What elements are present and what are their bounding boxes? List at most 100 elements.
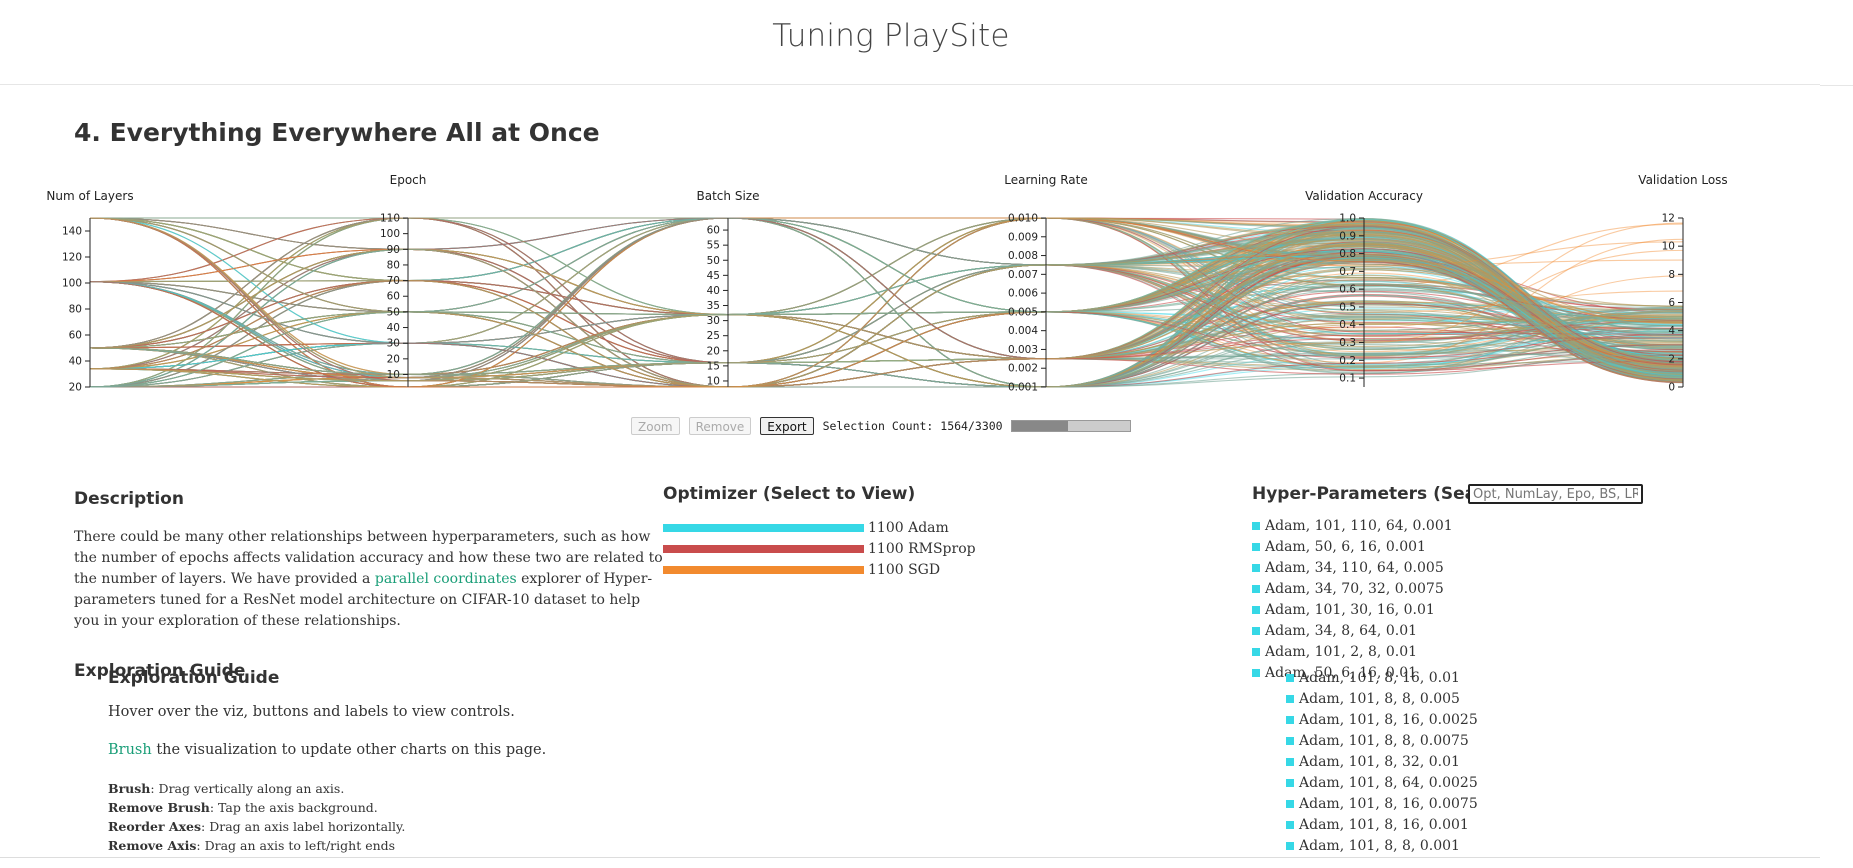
tick-label: 10 (1662, 241, 1675, 253)
tick-label: 30 (707, 315, 720, 327)
tick-label: 1.0 (1339, 213, 1356, 225)
hyperparams-item-label[interactable]: Adam, 101, 8, 8, 0.005 (1299, 691, 1460, 707)
hyperparams-item[interactable]: Adam, 101, 30, 16, 0.01 (1252, 599, 1453, 620)
hyperparams-item-label[interactable]: Adam, 101, 8, 16, 0.001 (1299, 817, 1469, 833)
zoom-button[interactable]: Zoom (631, 417, 680, 435)
guide-item: Brush: Drag vertically along an axis. (108, 779, 405, 798)
hyperparams-item[interactable]: Adam, 101, 8, 32, 0.01 (1286, 751, 1478, 772)
optimizer-bar[interactable] (663, 544, 864, 553)
hyperparams-item[interactable]: Adam, 101, 8, 8, 0.0075 (1286, 730, 1478, 751)
hyperparams-item-label[interactable]: Adam, 34, 8, 64, 0.01 (1265, 623, 1417, 639)
hyperparams-item[interactable]: Adam, 101, 8, 8, 0.001 (1286, 835, 1478, 856)
tick-label: 15 (707, 360, 720, 372)
hyperparams-item-label[interactable]: Adam, 101, 2, 8, 0.01 (1265, 644, 1417, 660)
optimizer-label[interactable]: 1100 Adam (868, 520, 949, 536)
tick-label: 0.003 (1008, 344, 1038, 356)
tick-label: 90 (387, 244, 400, 256)
adam-color-swatch (1286, 673, 1294, 682)
hyperparams-item-label[interactable]: Adam, 101, 8, 16, 0.0025 (1299, 712, 1478, 728)
parallel-coordinates-chart[interactable]: Num of Layers20406080100120140Epoch10203… (0, 170, 1853, 400)
adam-color-swatch (1286, 778, 1294, 787)
optimizer-bar[interactable] (663, 565, 864, 574)
tick-label: 0.2 (1339, 355, 1356, 367)
hyperparams-item[interactable]: Adam, 34, 110, 64, 0.005 (1252, 557, 1453, 578)
hyperparams-item[interactable]: Adam, 101, 8, 16, 0.0025 (1286, 709, 1478, 730)
hyperparams-item-label[interactable]: Adam, 101, 8, 8, 0.0075 (1299, 733, 1469, 749)
tick-label: 0.004 (1008, 325, 1038, 337)
axis-label[interactable]: Batch Size (697, 189, 760, 203)
hyperparams-item[interactable]: Adam, 101, 8, 16, 0.0075 (1286, 793, 1478, 814)
hyperparams-item-label[interactable]: Adam, 101, 110, 64, 0.001 (1265, 518, 1453, 534)
axis-label[interactable]: Num of Layers (46, 189, 133, 203)
hyperparams-list: Adam, 101, 110, 64, 0.001 Adam, 50, 6, 16… (1252, 515, 1453, 683)
hyperparams-item[interactable]: Adam, 101, 8, 8, 0.005 (1286, 688, 1478, 709)
tick-label: 2 (1668, 353, 1675, 365)
tick-label: 0.007 (1008, 269, 1038, 281)
optimizer-item-sgd[interactable]: 1100 SGD (663, 559, 976, 580)
hyperparams-item[interactable]: Adam, 50, 6, 16, 0.001 (1252, 536, 1453, 557)
tick-label: 30 (387, 338, 400, 350)
optimizer-label[interactable]: 1100 RMSprop (868, 541, 976, 557)
hyperparams-item[interactable]: Adam, 101, 8, 16, 0.001 (1286, 814, 1478, 835)
optimizer-label[interactable]: 1100 SGD (868, 562, 940, 578)
adam-color-swatch (1252, 626, 1260, 635)
hyperparams-item[interactable]: Adam, 101, 8, 64, 0.0025 (1286, 772, 1478, 793)
tick-label: 10 (387, 369, 400, 381)
tick-label: 80 (69, 304, 82, 316)
hyperparams-item[interactable]: Adam, 34, 70, 32, 0.0075 (1252, 578, 1453, 599)
remove-button[interactable]: Remove (688, 417, 752, 435)
tick-label: 45 (707, 270, 720, 282)
optimizer-item-adam[interactable]: 1100 Adam (663, 517, 976, 538)
hyperparams-item-label[interactable]: Adam, 101, 8, 32, 0.01 (1299, 754, 1460, 770)
adam-color-swatch (1286, 694, 1294, 703)
site-title: Tuning PlaySite (772, 18, 1010, 54)
guide-instructions: Brush: Drag vertically along an axis. Re… (108, 779, 405, 855)
hyperparams-list-overlay: Adam, 101, 8, 16, 0.01 Adam, 101, 8, 8, 0… (1286, 667, 1478, 856)
guide-item: Remove Brush: Tap the axis background. (108, 798, 405, 817)
guide-item: Reorder Axes: Drag an axis label horizon… (108, 817, 405, 836)
tick-label: 6 (1668, 297, 1675, 309)
tick-label: 0.002 (1008, 363, 1038, 375)
tick-label: 50 (387, 306, 400, 318)
axis-label[interactable]: Validation Loss (1638, 173, 1727, 187)
adam-color-swatch (1252, 521, 1260, 530)
axis-label[interactable]: Validation Accuracy (1305, 189, 1423, 203)
tick-label: 70 (387, 275, 400, 287)
hyperparams-item-label[interactable]: Adam, 101, 8, 64, 0.0025 (1299, 775, 1478, 791)
tick-label: 0.5 (1339, 301, 1356, 313)
section-heading: 4. Everything Everywhere All at Once (74, 118, 600, 147)
hyperparams-item-label[interactable]: Adam, 50, 6, 16, 0.001 (1265, 539, 1426, 555)
hyperparams-item-label[interactable]: Adam, 101, 30, 16, 0.01 (1265, 602, 1435, 618)
adam-color-swatch (1252, 605, 1260, 614)
hyperparams-item-label[interactable]: Adam, 101, 8, 16, 0.0075 (1299, 796, 1478, 812)
optimizer-bar[interactable] (663, 523, 864, 532)
selection-count: Selection Count: 1564/3300 (822, 419, 1003, 433)
parallel-coordinates-link[interactable]: parallel coordinates (375, 571, 517, 587)
polyline-layer (89, 217, 1684, 388)
hyperparams-item-label[interactable]: Adam, 101, 8, 8, 0.001 (1299, 838, 1460, 854)
tick-label: 0.008 (1008, 250, 1038, 262)
guide-item-term: Remove Axis (108, 838, 197, 853)
guide-brush-text: Brush the visualization to update other … (108, 742, 546, 758)
brush-link[interactable]: Brush (108, 742, 152, 758)
hyperparams-item-label[interactable]: Adam, 101, 8, 16, 0.01 (1299, 670, 1460, 686)
hyperparams-item[interactable]: Adam, 34, 8, 64, 0.01 (1252, 620, 1453, 641)
adam-color-swatch (1286, 841, 1294, 850)
guide-hover-text: Hover over the viz, buttons and labels t… (108, 704, 515, 720)
tick-label: 12 (1662, 213, 1675, 225)
tick-label: 60 (387, 291, 400, 303)
hyperparams-item[interactable]: Adam, 101, 2, 8, 0.01 (1252, 641, 1453, 662)
hyperparams-item[interactable]: Adam, 101, 110, 64, 0.001 (1252, 515, 1453, 536)
axis-label[interactable]: Epoch (390, 173, 427, 187)
axis-label[interactable]: Learning Rate (1004, 173, 1087, 187)
export-button[interactable]: Export (760, 417, 814, 435)
hyperparams-item[interactable]: Adam, 101, 8, 16, 0.01 (1286, 667, 1478, 688)
hyperparams-item-label[interactable]: Adam, 34, 70, 32, 0.0075 (1265, 581, 1444, 597)
axis-learning-rate[interactable]: Learning Rate 0.001 0.002 0.003 0.004 0.005 0.… (1004, 173, 1087, 394)
optimizer-item-rmsprop[interactable]: 1100 RMSprop (663, 538, 976, 559)
tick-label: 110 (380, 213, 400, 225)
tick-label: 20 (69, 382, 82, 394)
guide-item-text: : Drag an axis label horizontally. (201, 819, 406, 834)
hyperparams-search-input[interactable] (1468, 484, 1643, 504)
hyperparams-item-label[interactable]: Adam, 34, 110, 64, 0.005 (1265, 560, 1444, 576)
